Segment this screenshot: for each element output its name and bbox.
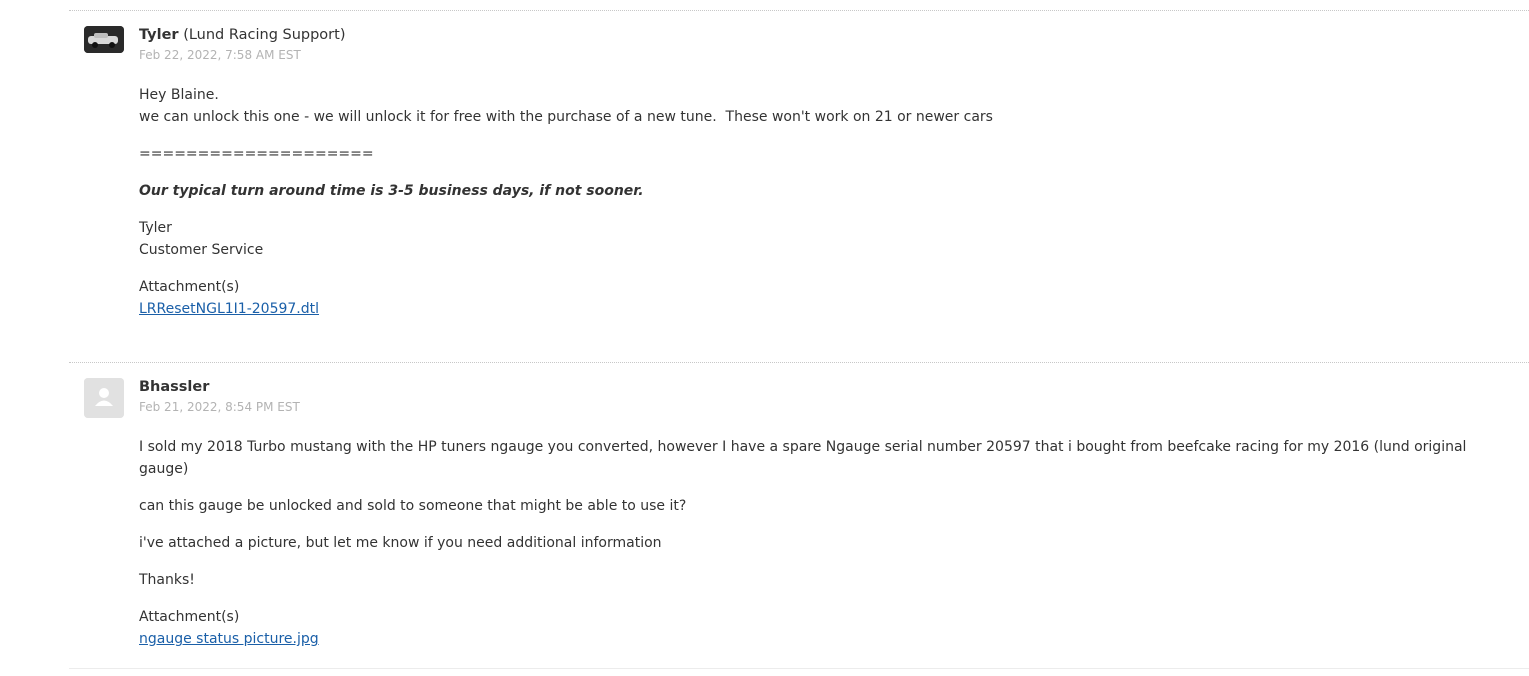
message-author: Tyler (Lund Racing Support) (139, 26, 1509, 44)
message-author: Bhassler (139, 378, 1509, 396)
message-paragraph: I sold my 2018 Turbo mustang with the HP… (139, 439, 1471, 477)
message-paragraph: Thanks! (139, 572, 195, 588)
separator-text: ==================== (139, 146, 374, 162)
signature-name: Tyler (139, 220, 172, 236)
signature-title: Customer Service (139, 242, 264, 258)
attachment-link[interactable]: LRResetNGL1I1-20597.dtl (139, 301, 319, 317)
message-divider (69, 10, 1529, 11)
author-name: Bhassler (139, 379, 210, 395)
attachment-link[interactable]: ngauge status picture.jpg (139, 631, 319, 647)
user-photo-icon (84, 26, 124, 53)
attachments-label: Attachment(s) (139, 609, 240, 625)
message-thread: Tyler (Lund Racing Support) Feb 22, 2022… (0, 0, 1529, 676)
message-line: we can unlock this one - we will unlock … (139, 109, 993, 125)
message-divider (69, 362, 1529, 363)
author-role: (Lund Racing Support) (183, 27, 346, 43)
message-paragraph: i've attached a picture, but let me know… (139, 535, 662, 551)
attachments-label: Attachment(s) (139, 279, 240, 295)
author-name: Tyler (139, 27, 179, 43)
turnaround-note: Our typical turn around time is 3-5 busi… (139, 183, 644, 199)
message-line: Hey Blaine. (139, 87, 219, 103)
message-paragraph: can this gauge be unlocked and sold to s… (139, 498, 687, 514)
message-content: Hey Blaine. we can unlock this one - we w… (139, 84, 1509, 320)
message-timestamp: Feb 22, 2022, 7:58 AM EST (139, 48, 301, 62)
message-content: I sold my 2018 Turbo mustang with the HP… (139, 436, 1509, 650)
message-timestamp: Feb 21, 2022, 8:54 PM EST (139, 400, 300, 414)
message-divider (69, 668, 1529, 669)
default-user-icon (84, 378, 124, 418)
